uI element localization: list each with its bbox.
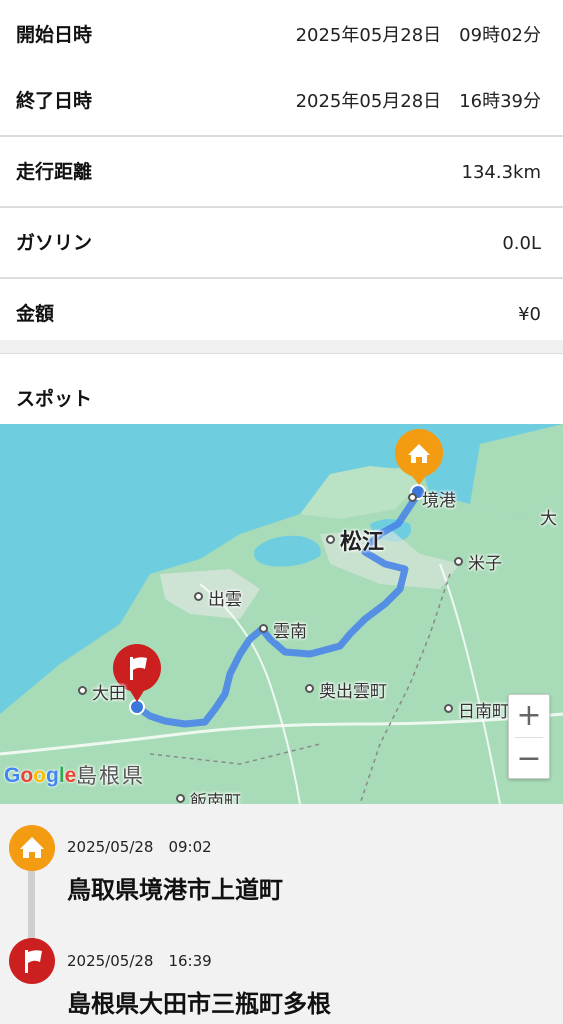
zoom-in-button[interactable]: + bbox=[509, 695, 549, 737]
city-dot-izumo bbox=[194, 592, 203, 601]
map-label-nichinan: 日南町 bbox=[458, 702, 509, 722]
distance-value: 134.3km bbox=[461, 162, 542, 183]
spots-title: スポット bbox=[16, 388, 93, 410]
city-dot-unnan bbox=[259, 624, 268, 633]
start-spot-place[interactable]: 鳥取県境港市上道町 bbox=[67, 870, 283, 905]
start-spot-time: 2025/05/28 09:02 bbox=[67, 838, 212, 856]
distance-row: 走行距離 134.3km bbox=[0, 137, 563, 208]
city-dot-iinan bbox=[176, 794, 185, 803]
end-datetime-value: 2025年05月28日 16時39分 bbox=[295, 91, 541, 112]
start-datetime-row: 開始日時 2025年05月28日 09時02分 bbox=[0, 0, 563, 71]
google-logo[interactable]: Google bbox=[4, 764, 76, 788]
start-datetime-value: 2025年05月28日 09時02分 bbox=[295, 25, 541, 46]
city-dot-oda bbox=[78, 686, 87, 695]
section-divider bbox=[0, 340, 563, 354]
map-label-oda: 大田 bbox=[92, 684, 126, 704]
map-canvas bbox=[0, 424, 563, 804]
city-dot-nichinan bbox=[444, 704, 453, 713]
gasoline-value: 0.0L bbox=[502, 233, 541, 254]
flag-icon bbox=[9, 938, 55, 984]
map-label-edge: 大 bbox=[540, 509, 557, 529]
map-label-iinan: 飯南町 bbox=[190, 792, 241, 804]
map-label-shimane: 島根県 bbox=[76, 764, 145, 788]
spot-timeline: 2025/05/28 09:02 鳥取県境港市上道町 2025/05/28 16… bbox=[0, 804, 563, 1024]
zoom-control: + − bbox=[508, 694, 550, 779]
map-label-okuizumo: 奥出雲町 bbox=[319, 682, 387, 702]
distance-label: 走行距離 bbox=[16, 161, 93, 183]
end-datetime-row: 終了日時 2025年05月28日 16時39分 bbox=[0, 66, 563, 137]
gasoline-label: ガソリン bbox=[16, 232, 93, 254]
route-end-dot bbox=[129, 699, 145, 715]
city-dot-matsue bbox=[326, 535, 335, 544]
end-spot-place[interactable]: 島根県大田市三瓶町多根 bbox=[67, 984, 331, 1019]
map-label-unnan: 雲南 bbox=[273, 622, 307, 642]
map-label-yonago: 米子 bbox=[468, 554, 502, 574]
start-datetime-label: 開始日時 bbox=[16, 24, 93, 46]
city-dot-yonago bbox=[454, 557, 463, 566]
end-datetime-label: 終了日時 bbox=[16, 90, 93, 112]
route-map[interactable]: 境港 松江 米子 大 出雲 雲南 奥出雲町 大田 日南町 島根県 飯南町 Goo… bbox=[0, 424, 563, 804]
end-spot-time: 2025/05/28 16:39 bbox=[67, 952, 212, 970]
city-dot-okuizumo bbox=[305, 684, 314, 693]
gasoline-row: ガソリン 0.0L bbox=[0, 208, 563, 279]
map-label-sakaiminato: 境港 bbox=[422, 491, 456, 511]
zoom-out-button[interactable]: − bbox=[509, 738, 549, 780]
home-icon bbox=[9, 825, 55, 871]
city-dot-sakaiminato bbox=[408, 493, 417, 502]
map-label-matsue: 松江 bbox=[340, 530, 385, 555]
map-label-izumo: 出雲 bbox=[208, 590, 242, 610]
